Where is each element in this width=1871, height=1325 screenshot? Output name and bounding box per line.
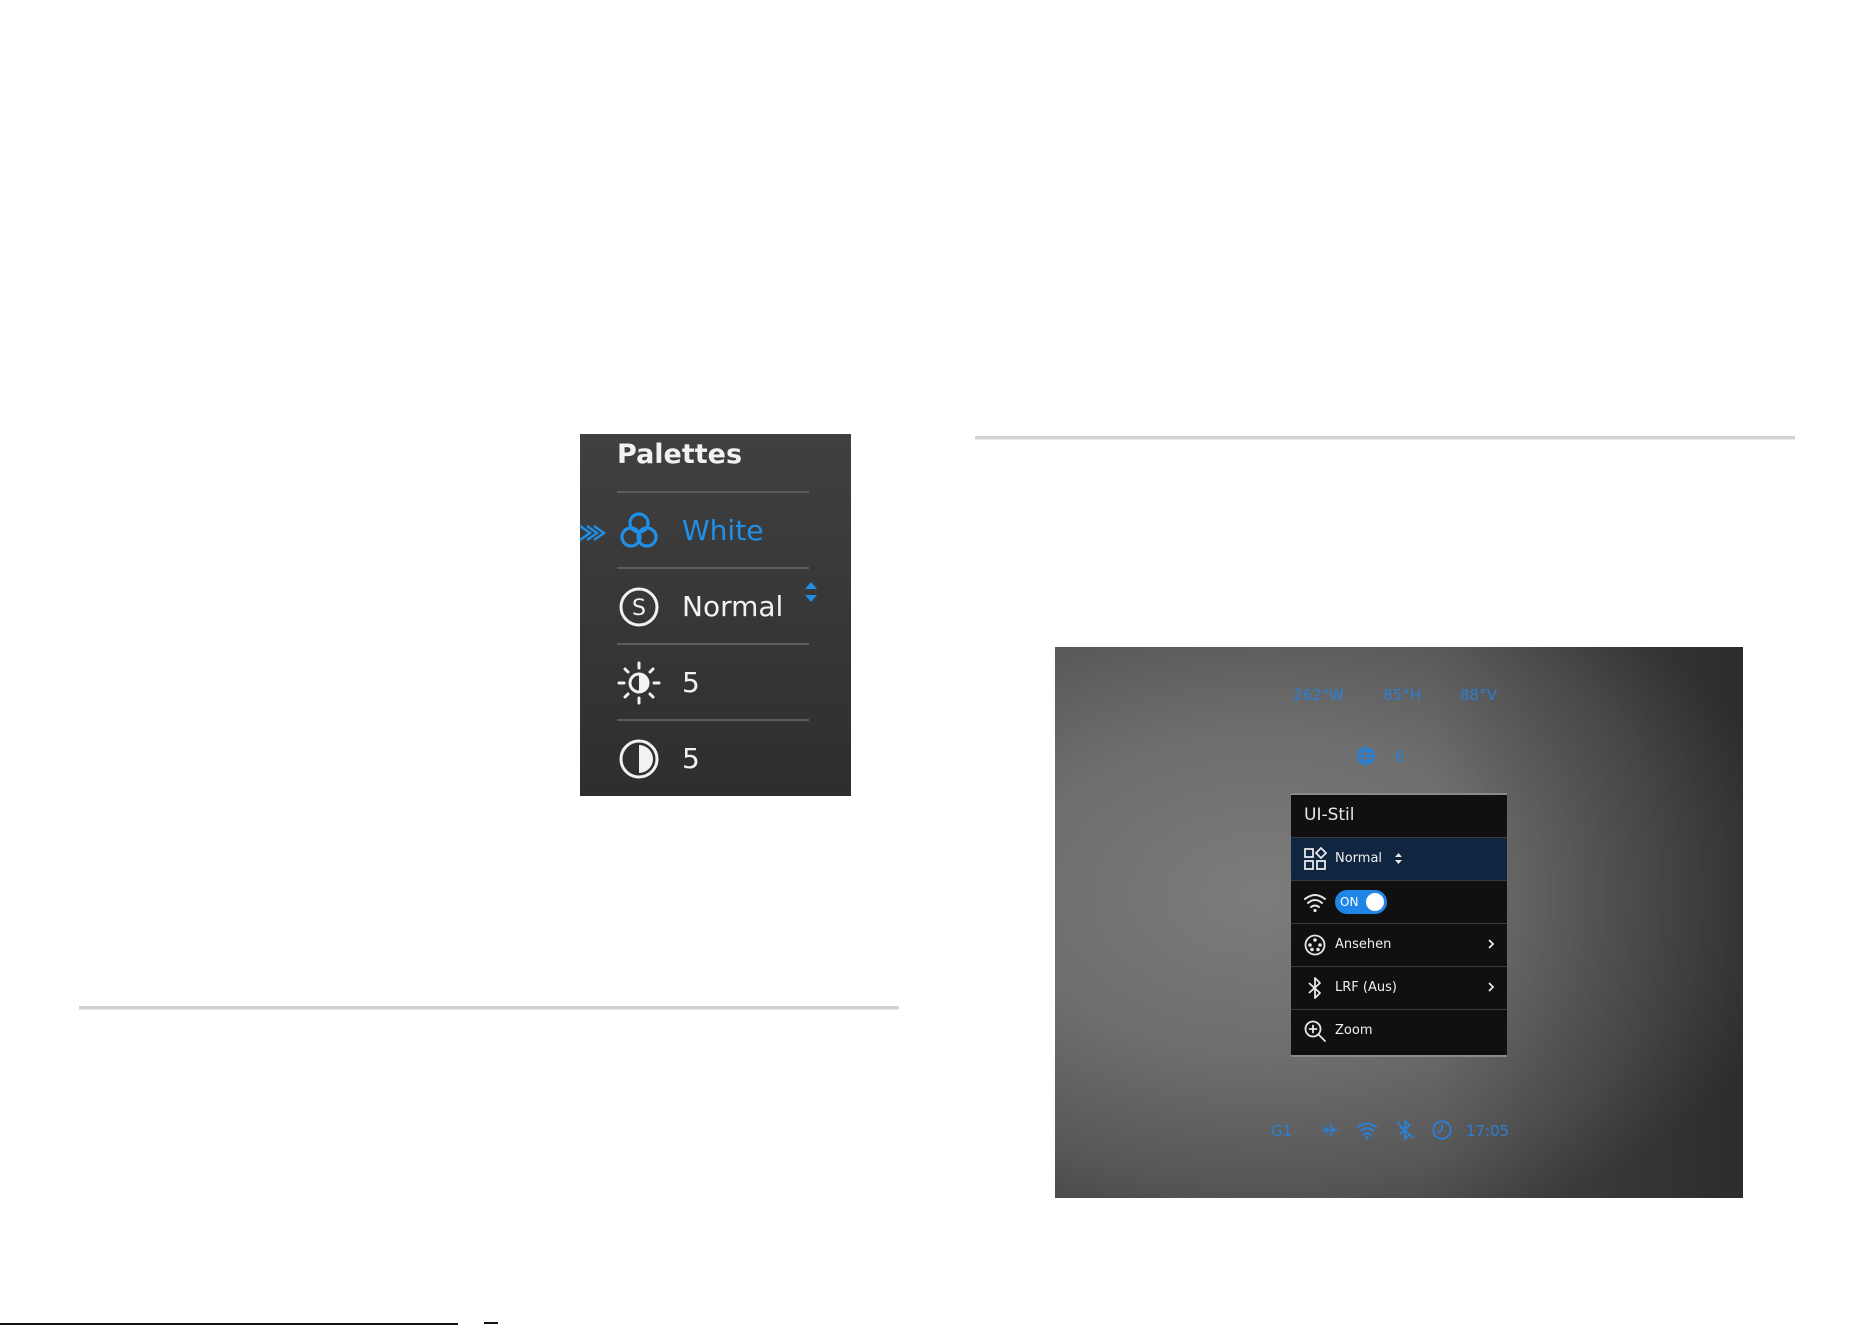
heading-readout: 262°W — [1293, 686, 1344, 704]
palette-row-contrast[interactable]: 5 — [617, 719, 809, 797]
battery-plane-icon — [1322, 1123, 1338, 1137]
profile-indicator: G1 — [1271, 1122, 1293, 1140]
toggle-knob — [1366, 893, 1384, 911]
zoom-icon — [1304, 1020, 1326, 1042]
bluetooth-off-icon — [1396, 1119, 1414, 1141]
menu-item-zoom[interactable]: Zoom — [1291, 1009, 1507, 1052]
menu-item-view[interactable]: Ansehen — [1291, 923, 1507, 966]
divider-rule-left — [79, 1006, 899, 1010]
view-icon — [1304, 934, 1326, 956]
s-circle-icon: S — [619, 587, 659, 627]
wifi-status-icon — [1356, 1122, 1378, 1140]
mode-value: Normal — [682, 590, 784, 623]
brightness-icon — [617, 661, 661, 705]
contrast-value: 5 — [682, 742, 700, 775]
wifi-toggle[interactable]: ON — [1335, 890, 1387, 914]
time-readout: 17:05 — [1466, 1122, 1510, 1140]
palette-circles-icon — [620, 512, 658, 548]
menu-item-ui-style[interactable]: Normal — [1291, 837, 1507, 880]
wifi-icon — [1304, 894, 1326, 913]
palettes-panel: Palettes White S Normal 5 5 — [579, 434, 851, 797]
chevron-right-icon — [1488, 982, 1495, 992]
view-label: Ansehen — [1335, 937, 1392, 952]
vertical-angle-readout: 88°V — [1460, 686, 1497, 704]
svg-text:S: S — [632, 596, 646, 621]
chevron-right-icon — [1488, 939, 1495, 949]
ui-style-menu: UI-Stil Normal ON Ansehen LRF (Aus) Zoom — [1291, 793, 1507, 1057]
menu-item-wifi[interactable]: ON — [1291, 880, 1507, 923]
stepper-arrows-icon[interactable] — [1394, 851, 1403, 866]
thermal-screen: 262°W 85°H 88°V 6 UI-Stil Normal ON Anse… — [1055, 647, 1743, 1198]
globe-value: 6 — [1395, 748, 1405, 766]
clock-icon — [1432, 1120, 1452, 1140]
contrast-icon — [619, 739, 659, 779]
lrf-label: LRF (Aus) — [1335, 980, 1397, 995]
divider-rule-right — [975, 436, 1795, 440]
brightness-value: 5 — [682, 666, 700, 699]
selection-arrow-icon — [579, 525, 607, 541]
palette-row-mode[interactable]: S Normal — [617, 567, 809, 645]
palette-row-brightness[interactable]: 5 — [617, 643, 809, 721]
horizontal-angle-readout: 85°H — [1383, 686, 1421, 704]
globe-icon — [1356, 746, 1376, 766]
palette-value: White — [682, 514, 764, 547]
toggle-label: ON — [1340, 895, 1359, 909]
menu-item-lrf[interactable]: LRF (Aus) — [1291, 966, 1507, 1009]
palettes-title: Palettes — [617, 439, 743, 470]
palette-row-white[interactable]: White — [617, 491, 817, 602]
zoom-label: Zoom — [1335, 1023, 1373, 1038]
menu-title: UI-Stil — [1304, 805, 1355, 825]
ui-style-icon — [1304, 847, 1327, 870]
ui-style-value: Normal — [1335, 851, 1383, 866]
bluetooth-icon — [1308, 977, 1321, 999]
